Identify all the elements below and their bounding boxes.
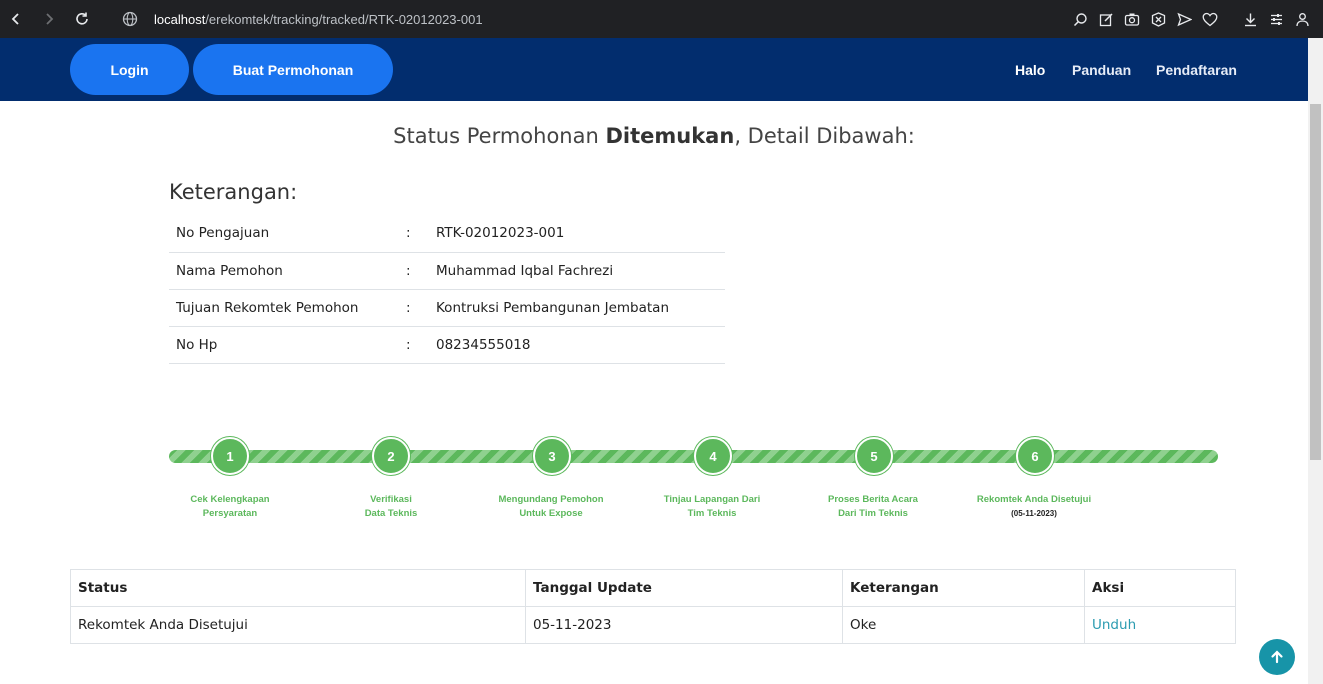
status-table: Status Tanggal Update Keterangan Aksi Re… — [70, 569, 1236, 644]
browser-toolbar: localhost/erekomtek/tracking/tracked/RTK… — [0, 0, 1323, 38]
progress-step-3: 3 — [533, 437, 571, 475]
column-header-status: Status — [70, 569, 526, 607]
unduh-link[interactable]: Unduh — [1092, 617, 1136, 633]
step-label-4: Tinjau Lapangan Dari Tim Teknis — [642, 493, 782, 521]
step-label-line2: Data Teknis — [364, 508, 418, 519]
page-title: Status Permohonan Ditemukan, Detail Diba… — [0, 124, 1308, 148]
url-host: localhost — [154, 11, 206, 27]
heart-icon[interactable] — [1197, 0, 1223, 38]
progress-step-1: 1 — [211, 437, 249, 475]
progress-step-6: 6 — [1016, 437, 1054, 475]
search-page-icon[interactable] — [1067, 0, 1093, 38]
camera-icon[interactable] — [1119, 0, 1145, 38]
detail-value: Kontruksi Pembangunan Jembatan — [429, 289, 725, 327]
site-navbar: Login Buat Permohonan Halo Panduan Penda… — [0, 38, 1308, 101]
detail-separator: : — [406, 215, 429, 253]
detail-label: Nama Pemohon — [169, 252, 406, 290]
nav-link-pendaftaran[interactable]: Pendaftaran — [1156, 38, 1237, 101]
title-prefix: Status Permohonan — [393, 124, 606, 148]
step-label-line1: Mengundang Pemohon — [498, 494, 604, 505]
reload-icon[interactable] — [66, 0, 98, 38]
scrollbar[interactable] — [1308, 38, 1323, 684]
url-path: /erekomtek/tracking/tracked/RTK-02012023… — [205, 11, 483, 27]
step-label-1: Cek Kelengkapan Persyaratan — [160, 493, 300, 521]
progress-step-2: 2 — [372, 437, 410, 475]
edit-icon[interactable] — [1093, 0, 1119, 38]
step-label-3: Mengundang Pemohon Untuk Expose — [481, 493, 621, 521]
back-icon[interactable] — [0, 0, 32, 38]
forward-icon[interactable] — [33, 0, 65, 38]
arrow-up-icon — [1271, 650, 1283, 664]
step-date: (05-11-2023) — [1011, 509, 1057, 518]
column-header-aksi: Aksi — [1084, 569, 1236, 607]
title-bold: Ditemukan — [605, 124, 735, 148]
detail-separator: : — [406, 252, 429, 290]
cell-tanggal: 05-11-2023 — [525, 606, 843, 644]
table-row: Tujuan Rekomtek Pemohon : Kontruksi Pemb… — [169, 289, 725, 327]
detail-separator: : — [406, 326, 429, 364]
login-button[interactable]: Login — [70, 44, 189, 95]
title-suffix: , Detail Dibawah: — [734, 124, 915, 148]
scrollbar-thumb[interactable] — [1310, 104, 1321, 460]
table-row: No Pengajuan : RTK-02012023-001 — [169, 215, 725, 253]
step-label-line2: Untuk Expose — [519, 508, 583, 519]
progress-step-4: 4 — [694, 437, 732, 475]
cell-keterangan: Oke — [842, 606, 1085, 644]
step-label-line1: Tinjau Lapangan Dari — [663, 494, 761, 505]
block-icon[interactable] — [1145, 0, 1171, 38]
column-header-tanggal: Tanggal Update — [525, 569, 843, 607]
step-label-6: Rekomtek Anda Disetujui (05-11-2023) — [964, 493, 1104, 521]
step-label-line2: Tim Teknis — [687, 508, 737, 519]
download-icon[interactable] — [1237, 0, 1263, 38]
settings-sliders-icon[interactable] — [1263, 0, 1289, 38]
detail-value: 08234555018 — [429, 326, 725, 364]
table-row: Nama Pemohon : Muhammad Iqbal Fachrezi — [169, 252, 725, 290]
address-bar[interactable]: localhost/erekomtek/tracking/tracked/RTK… — [122, 0, 483, 38]
globe-icon — [122, 11, 138, 27]
keterangan-title: Keterangan: — [169, 180, 298, 204]
table-row: Rekomtek Anda Disetujui 05-11-2023 Oke U… — [70, 606, 1236, 644]
send-icon[interactable] — [1171, 0, 1197, 38]
back-to-top-button[interactable] — [1259, 639, 1295, 675]
step-label-line2: Persyaratan — [202, 508, 258, 519]
step-label-line2: Dari Tim Teknis — [838, 508, 908, 519]
detail-value: Muhammad Iqbal Fachrezi — [429, 252, 725, 290]
column-header-keterangan: Keterangan — [842, 569, 1085, 607]
nav-link-panduan[interactable]: Panduan — [1072, 38, 1131, 101]
step-label-line1: Cek Kelengkapan — [190, 494, 270, 505]
nav-link-halo[interactable]: Halo — [1015, 38, 1045, 101]
detail-label: Tujuan Rekomtek Pemohon — [169, 289, 406, 327]
step-label-line1: Verifikasi — [370, 494, 412, 505]
progress-step-5: 5 — [855, 437, 893, 475]
step-label-2: Verifikasi Data Teknis — [321, 493, 461, 521]
step-label-5: Proses Berita Acara Dari Tim Teknis — [803, 493, 943, 521]
profile-icon[interactable] — [1289, 0, 1315, 38]
step-label-line1: Rekomtek Anda Disetujui — [976, 494, 1092, 505]
detail-value: RTK-02012023-001 — [429, 215, 725, 253]
cell-status: Rekomtek Anda Disetujui — [70, 606, 526, 644]
buat-permohonan-button[interactable]: Buat Permohonan — [193, 44, 393, 95]
table-row: No Hp : 08234555018 — [169, 326, 725, 364]
detail-label: No Pengajuan — [169, 215, 406, 253]
detail-table: No Pengajuan : RTK-02012023-001 Nama Pem… — [169, 215, 725, 364]
table-header-row: Status Tanggal Update Keterangan Aksi — [70, 569, 1236, 607]
detail-separator: : — [406, 289, 429, 327]
step-label-line1: Proses Berita Acara — [828, 494, 918, 505]
detail-label: No Hp — [169, 326, 406, 364]
cell-aksi: Unduh — [1084, 606, 1236, 644]
